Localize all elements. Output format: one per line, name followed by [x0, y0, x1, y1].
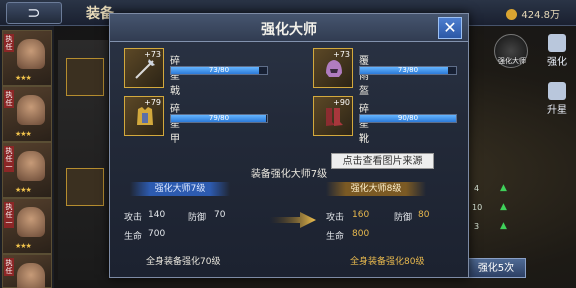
close-button[interactable]: ✕: [438, 17, 462, 39]
item-icon-frame: +90: [313, 96, 353, 136]
strengthen-master-dialog: 强化大师 ✕ +73 碎星戟 73/80 +73 覆雨盔 73/80 +79 碎…: [109, 13, 469, 278]
next-defense-label: 防御: [394, 213, 413, 223]
current-attack-label: 攻击: [124, 213, 143, 223]
next-level-ribbon: 强化大师8级: [326, 182, 426, 196]
hero-stars: ★★★: [15, 186, 32, 194]
equipment-slot[interactable]: [66, 58, 104, 96]
next-attack-value: 160: [352, 210, 370, 220]
current-defense-label: 防御: [188, 213, 207, 223]
equipment-strip: [58, 40, 108, 280]
hero-status-tag: 执 任 一: [4, 202, 14, 228]
item-progress-bar: 73/80: [170, 66, 268, 75]
background-stat: 3: [474, 222, 480, 231]
tab-strengthen[interactable]: 强化: [540, 32, 574, 72]
item-enhance-level: +79: [144, 98, 161, 107]
back-arrow-icon: ⊃: [27, 3, 41, 22]
hero-stars: ★★★: [15, 242, 32, 250]
increase-arrow-icon: ▲: [500, 183, 507, 193]
equipment-slot[interactable]: [66, 168, 104, 206]
background-stat: 4: [474, 184, 480, 193]
hero-status-tag: 执 任 一: [4, 146, 14, 172]
game-screen: ⊃ 装备 424.8万 执 任 ★★★ 执 任 ★★★ 执 任 一 ★★★ 执 …: [0, 0, 576, 288]
next-hp-value: 800: [352, 229, 370, 239]
tab-star-up-label: 升星: [547, 105, 567, 116]
next-attack-label: 攻击: [326, 213, 345, 223]
current-hp-label: 生命: [124, 232, 143, 242]
item-enhance-level: +73: [144, 50, 161, 59]
armor-icon: [137, 107, 153, 125]
current-hp-value: 700: [148, 229, 166, 239]
item-progress-bar: 79/80: [170, 114, 268, 123]
boots-icon: [326, 108, 343, 126]
hero-portrait: [17, 95, 45, 125]
star-up-icon: [548, 82, 566, 100]
gold-amount: 424.8万: [521, 10, 560, 21]
next-requirement: 全身装备强化80级: [350, 257, 425, 267]
strengthen-five-button[interactable]: 强化5次: [466, 258, 526, 278]
hero-portrait: [17, 263, 45, 288]
hero-list: 执 任 ★★★ 执 任 ★★★ 执 任 一 ★★★ 执 任 一 ★★★ 执 任: [0, 26, 54, 288]
item-progress-text: 73/80: [208, 66, 230, 74]
next-defense-value: 80: [418, 210, 430, 220]
hero-stars: ★★★: [15, 74, 32, 82]
next-hp-label: 生命: [326, 232, 345, 242]
item-enhance-level: +73: [333, 50, 350, 59]
item-enhance-level: +90: [333, 98, 350, 107]
item-icon-frame: +73: [124, 48, 164, 88]
item-progress-bar: 73/80: [359, 66, 457, 75]
increase-arrow-icon: ▲: [500, 202, 507, 212]
image-source-tooltip[interactable]: 点击查看图片来源: [331, 153, 434, 169]
current-defense-value: 70: [214, 210, 226, 220]
tab-strengthen-label: 强化: [547, 57, 567, 68]
item-icon-frame: +79: [124, 96, 164, 136]
upgrade-arrow-icon: [270, 212, 316, 228]
hero-card[interactable]: 执 任 一 ★★★: [2, 198, 52, 254]
hero-card[interactable]: 执 任 ★★★: [2, 86, 52, 142]
hero-card[interactable]: 执 任: [2, 254, 52, 288]
hero-card[interactable]: 执 任 ★★★: [2, 30, 52, 86]
background-stat: 10: [472, 203, 483, 212]
hero-card[interactable]: 执 任 一 ★★★: [2, 142, 52, 198]
hero-stars: ★★★: [15, 130, 32, 138]
item-icon-frame: +73: [313, 48, 353, 88]
current-level-ribbon: 强化大师7级: [130, 182, 230, 196]
item-progress-bar: 90/80: [359, 114, 457, 123]
current-requirement: 全身装备强化70级: [146, 257, 221, 267]
master-button-label: 强化大师: [498, 57, 526, 65]
gold-coin-icon: [506, 9, 518, 20]
close-icon: ✕: [443, 18, 457, 37]
tab-star-up[interactable]: 升星: [540, 80, 574, 120]
gold-display: 424.8万: [506, 6, 560, 21]
hero-portrait: [17, 39, 45, 69]
hero-portrait: [17, 207, 45, 237]
current-attack-value: 140: [148, 210, 166, 220]
back-button[interactable]: ⊃: [6, 2, 62, 24]
item-progress-text: 79/80: [208, 114, 230, 122]
strengthen-icon: [548, 34, 566, 52]
hero-portrait: [17, 151, 45, 181]
item-progress-text: 73/80: [397, 66, 419, 74]
halberd-icon: [135, 59, 155, 79]
dialog-title: 强化大师: [261, 22, 317, 38]
dialog-header: 强化大师 ✕: [110, 14, 468, 42]
hero-status-tag: 执 任: [4, 258, 14, 276]
hero-status-tag: 执 任: [4, 90, 14, 108]
helmet-icon: [326, 60, 342, 77]
increase-arrow-icon: ▲: [500, 221, 507, 231]
hero-status-tag: 执 任: [4, 34, 14, 52]
item-progress-text: 90/80: [397, 114, 419, 122]
